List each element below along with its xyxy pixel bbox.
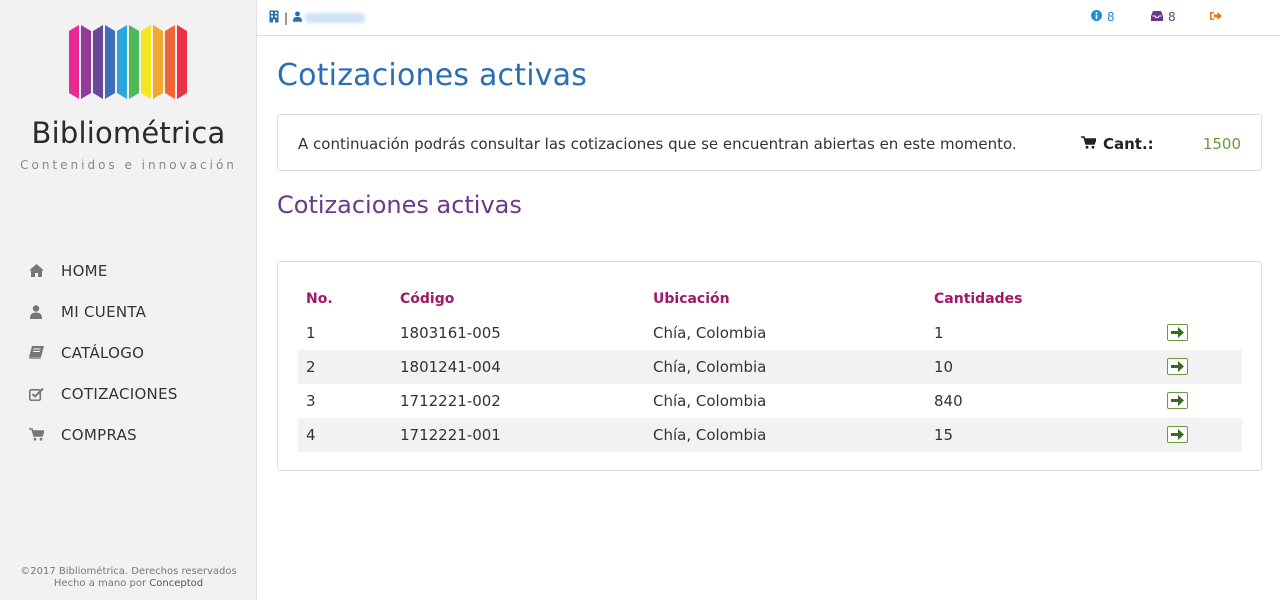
table-header-row: No. Código Ubicación Cantidades <box>298 282 1242 316</box>
notifications-count: 8 <box>1107 10 1115 24</box>
building-icon[interactable] <box>269 10 279 26</box>
cell-quantity: 1 <box>934 324 944 342</box>
cart-icon <box>28 427 44 443</box>
sidebar-item-label: COTIZACIONES <box>61 384 178 403</box>
cell-code: 1712221-002 <box>400 392 501 410</box>
quantity-label: Cant.: <box>1081 135 1154 153</box>
logo-bar <box>117 25 127 99</box>
separator: | <box>284 11 289 25</box>
cell-code: 1801241-004 <box>392 350 645 384</box>
view-quote-button[interactable] <box>1167 392 1188 409</box>
logo-bar <box>69 25 79 99</box>
user-name[interactable] <box>305 13 366 23</box>
arrow-right-icon <box>1171 327 1184 338</box>
sidebar-item-mi-cuenta[interactable]: MI CUENTA <box>0 291 257 332</box>
copyright-text: ©2017 Bibliométrica. Derechos reservados <box>20 566 237 577</box>
credit-line: Hecho a mano por Conceptod <box>0 578 257 590</box>
cell-no: 4 <box>298 418 392 452</box>
credit-link[interactable]: Conceptod <box>149 578 203 589</box>
logout-icon <box>1210 10 1222 24</box>
logo-bar <box>105 25 115 99</box>
top-bar: | 8 8 <box>257 0 1280 36</box>
cell-quantity: 840 <box>934 392 963 410</box>
cell-code: 1712221-001 <box>392 418 645 452</box>
logo-bar <box>81 25 91 99</box>
cart-icon <box>1081 135 1098 153</box>
cell-no: 2 <box>298 350 392 384</box>
sidebar-nav: HOME MI CUENTA CATÁLOGO COTIZACIONES COM… <box>0 250 257 455</box>
cell-quantity: 15 <box>926 418 1158 452</box>
sidebar-item-label: MI CUENTA <box>61 302 147 321</box>
sidebar-item-home[interactable]: HOME <box>0 250 257 291</box>
logo-bars-icon <box>69 25 187 99</box>
logo[interactable]: Bibliométrica Contenidos e innovación <box>0 20 257 180</box>
info-panel: A continuación podrás consultar las coti… <box>277 114 1262 171</box>
view-quote-button[interactable] <box>1167 324 1188 341</box>
sidebar-item-compras[interactable]: COMPRAS <box>0 414 257 455</box>
page-title: Cotizaciones activas <box>277 58 588 93</box>
cell-action <box>1158 316 1242 350</box>
home-icon <box>28 263 44 279</box>
sidebar: Bibliométrica Contenidos e innovación HO… <box>0 0 257 600</box>
logo-bar <box>129 25 139 99</box>
credit-prefix: Hecho a mano por <box>53 578 147 589</box>
logo-bar <box>177 25 187 99</box>
quantity-value: 1500 <box>1202 135 1241 153</box>
sidebar-item-label: COMPRAS <box>61 425 137 444</box>
inbox-button[interactable]: 8 <box>1151 10 1176 24</box>
quotes-table: No. Código Ubicación Cantidades 1 180316… <box>298 282 1242 452</box>
cell-no: 1 <box>306 324 316 342</box>
logo-bar <box>153 25 163 99</box>
column-header-location[interactable]: Ubicación <box>645 282 926 316</box>
column-header-no[interactable]: No. <box>298 282 392 316</box>
logo-bar <box>93 25 103 99</box>
cell-location: Chía, Colombia <box>653 324 767 342</box>
cell-quantity: 10 <box>926 350 1158 384</box>
view-quote-button[interactable] <box>1167 426 1188 443</box>
table-row: 4 1712221-001 Chía, Colombia 15 <box>298 418 1242 452</box>
brand-tagline: Contenidos e innovación <box>20 158 237 172</box>
notifications-button[interactable]: 8 <box>1091 10 1115 24</box>
table-row: 1 1803161-005 Chía, Colombia 1 <box>298 316 1242 350</box>
cell-no: 3 <box>306 392 316 410</box>
top-bar-user-area: | <box>269 10 366 26</box>
column-header-action <box>1158 282 1242 316</box>
info-icon <box>1091 10 1102 24</box>
sidebar-item-catalogo[interactable]: CATÁLOGO <box>0 332 257 373</box>
arrow-right-icon <box>1171 361 1184 372</box>
logo-bar <box>165 25 175 99</box>
sidebar-item-label: CATÁLOGO <box>61 343 145 362</box>
info-text: A continuación podrás consultar las coti… <box>298 135 1017 153</box>
cell-action <box>1158 418 1242 452</box>
main-content: Cotizaciones activas A continuación podr… <box>277 36 1262 471</box>
cell-location: Chía, Colombia <box>653 392 767 410</box>
sidebar-footer: ©2017 Bibliométrica. Derechos reservados… <box>0 566 257 590</box>
section-title: Cotizaciones activas <box>277 191 522 219</box>
book-icon <box>28 345 44 361</box>
quotes-panel: No. Código Ubicación Cantidades 1 180316… <box>277 261 1262 471</box>
user-icon <box>293 11 303 25</box>
arrow-right-icon <box>1171 395 1184 406</box>
cell-action <box>1158 384 1242 418</box>
column-header-code[interactable]: Código <box>392 282 645 316</box>
table-row: 3 1712221-002 Chía, Colombia 840 <box>298 384 1242 418</box>
view-quote-button[interactable] <box>1167 358 1188 375</box>
logo-bar <box>141 25 151 99</box>
user-icon <box>28 304 44 320</box>
arrow-right-icon <box>1171 429 1184 440</box>
cell-code: 1803161-005 <box>400 324 501 342</box>
brand-name: Bibliométrica <box>31 116 226 150</box>
cell-action <box>1158 350 1242 384</box>
cell-location: Chía, Colombia <box>645 350 926 384</box>
inbox-icon <box>1151 10 1163 24</box>
cell-location: Chía, Colombia <box>645 418 926 452</box>
logout-button[interactable] <box>1210 10 1222 24</box>
column-header-quantities[interactable]: Cantidades <box>926 282 1158 316</box>
sidebar-item-label: HOME <box>61 261 108 280</box>
table-row: 2 1801241-004 Chía, Colombia 10 <box>298 350 1242 384</box>
sidebar-item-cotizaciones[interactable]: COTIZACIONES <box>0 373 257 414</box>
quantity-label-text: Cant.: <box>1103 135 1154 153</box>
checkbox-icon <box>28 386 44 402</box>
inbox-count: 8 <box>1168 10 1176 24</box>
